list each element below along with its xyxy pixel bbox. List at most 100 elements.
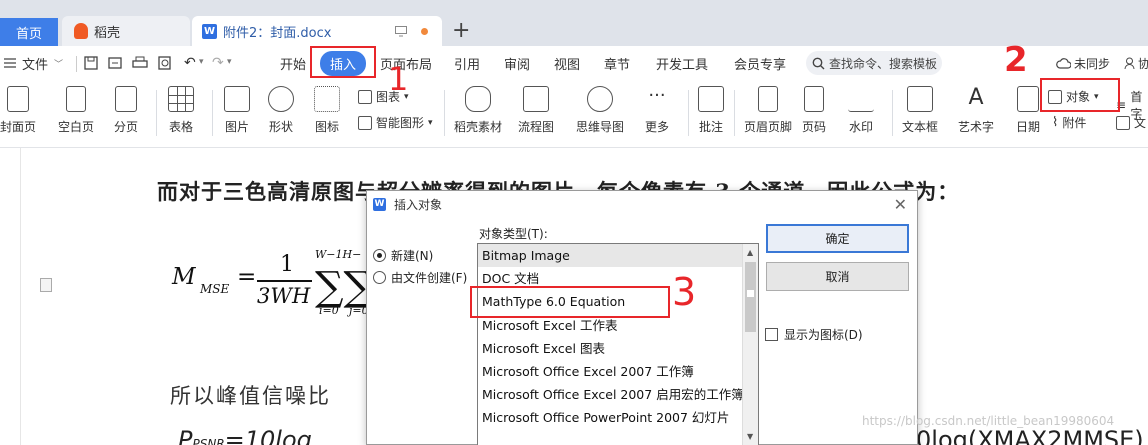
comment-button[interactable]: 批注 [698, 86, 724, 135]
page-break-button[interactable]: 分页 [114, 86, 138, 135]
print-preview-icon[interactable] [158, 56, 172, 70]
page-number-icon [804, 86, 824, 112]
list-scrollbar[interactable]: ▲ ▼ [742, 244, 758, 445]
writer-logo-icon: W [202, 23, 217, 39]
formula-numerator: 1 [280, 252, 294, 277]
menu-item-review[interactable]: 审阅 [504, 46, 530, 80]
more-button[interactable]: ··· 更多 [644, 86, 670, 135]
radio-create-from-file-dot [373, 271, 386, 284]
save-icon[interactable] [84, 56, 98, 70]
daoke-material-button[interactable]: 稻壳素材 [454, 86, 502, 135]
page-break-label: 分页 [114, 120, 139, 134]
watermark-icon [848, 86, 874, 112]
print-icon[interactable] [132, 56, 148, 70]
dialog-titlebar[interactable]: W 插入对象 [367, 191, 917, 217]
menu-item-member-label: 会员专享 [734, 57, 787, 73]
radio-create-new-label: 新建(N) [391, 249, 434, 263]
list-item[interactable]: Bitmap Image [478, 244, 758, 268]
list-item[interactable]: Microsoft Office Excel 2007 工作簿 [478, 360, 758, 383]
header-footer-button[interactable]: 页眉页脚 [744, 86, 792, 135]
cooperate-button[interactable]: 协 [1124, 46, 1148, 80]
page-number-button[interactable]: 页码 [802, 86, 826, 135]
menu-item-view[interactable]: 视图 [554, 46, 580, 80]
psnr-formula: PPSNR=10log [178, 426, 312, 445]
more-dropdown-icon[interactable]: ▾ [227, 57, 232, 67]
scroll-up-icon[interactable]: ▲ [747, 248, 753, 257]
insert-ribbon: 封面页 空白页 分页 表格 图片 形状 图标 图表 ▾ 智能图形 ▾ 稻壳素材 流程… [0, 80, 1148, 148]
display-as-icon-label: 显示为图标(D) [784, 328, 863, 342]
textbox-button[interactable]: 文本框 [902, 86, 938, 135]
list-item[interactable]: Microsoft Office PowerPoint 2007 幻灯片 [478, 406, 758, 429]
menu-item-start-label: 开始 [280, 57, 307, 73]
picture-button[interactable]: 图片 [224, 86, 250, 135]
menu-item-devtools[interactable]: 开发工具 [656, 46, 708, 80]
undo-icon[interactable]: ↶ [184, 55, 196, 71]
shape-button[interactable]: 形状 [268, 86, 294, 135]
menu-item-member[interactable]: 会员专享 [734, 46, 786, 80]
tab-document[interactable]: W 附件2：封面.docx [192, 16, 442, 46]
page-break-icon [115, 86, 137, 112]
paragraph-handle-icon[interactable] [40, 278, 52, 292]
export-icon[interactable] [108, 56, 122, 70]
file-menu[interactable]: 文件 ﹀ [4, 46, 63, 80]
unsaved-dot-icon [421, 27, 428, 35]
radio-create-from-file[interactable]: 由文件创建(F) [373, 269, 467, 286]
comment-icon [698, 86, 724, 112]
undo-dropdown-icon[interactable]: ▾ [199, 57, 204, 67]
menu-item-chapter[interactable]: 章节 [604, 46, 630, 80]
ok-button[interactable]: 确定 [766, 224, 909, 253]
object-type-list[interactable]: Bitmap Image DOC 文档 MathType 6.0 Equatio… [477, 243, 759, 445]
daoke-logo-icon [74, 23, 88, 39]
new-tab-button[interactable]: + [452, 18, 470, 43]
menu-item-start[interactable]: 开始 [280, 46, 306, 80]
cancel-button[interactable]: 取消 [766, 262, 909, 291]
sync-status[interactable]: 未同步 [1056, 46, 1110, 80]
text-button[interactable]: 文 [1116, 114, 1146, 131]
command-search[interactable]: 查找命令、搜索模板 [806, 51, 942, 75]
chevron-down-icon: ﹀ [54, 59, 64, 70]
sum-upper-limit: W−1H− [315, 248, 362, 261]
close-icon[interactable]: ✕ [894, 195, 907, 214]
annotation-number-3: 3 [672, 270, 697, 314]
table-button[interactable]: 表格 [168, 86, 194, 135]
display-as-icon-checkbox[interactable]: 显示为图标(D) [765, 326, 863, 343]
ribbon-divider [212, 90, 213, 136]
header-footer-label: 页眉页脚 [744, 120, 793, 134]
list-item[interactable]: Microsoft Office Excel 2007 启用宏的工作簿 [478, 383, 758, 406]
psnr-expression: =10log [224, 426, 312, 445]
mindmap-button[interactable]: 思维导图 [576, 86, 624, 135]
search-icon [812, 57, 825, 69]
formula-denominator: 3WH [257, 284, 311, 308]
cancel-button-label: 取消 [825, 270, 850, 284]
date-button[interactable]: 日期 [1016, 86, 1040, 135]
radio-create-new[interactable]: 新建(N) [373, 247, 433, 264]
wordart-button[interactable]: A 艺术字 [958, 86, 994, 135]
scroll-thumb[interactable] [745, 262, 756, 332]
user-icon [1124, 57, 1135, 69]
watermark-button[interactable]: 水印 [848, 86, 874, 135]
menu-bar: 文件 ﹀ ↶ ▾ ↷ ▾ 开始 插入 页面布局 引用 审阅 视图 章节 开发工具… [0, 46, 1148, 80]
shape-icon [268, 86, 294, 112]
tab-daoke[interactable]: 稻壳 [62, 16, 190, 46]
icon-library-icon [314, 86, 340, 112]
menu-item-view-label: 视图 [554, 57, 581, 73]
annotation-box-insert [310, 46, 376, 78]
list-item[interactable]: Microsoft Excel 图表 [478, 337, 758, 360]
psnr-symbol: P [178, 426, 193, 445]
fraction-bar [257, 280, 312, 282]
document-icon [1116, 115, 1130, 130]
wordart-label: 艺术字 [958, 120, 995, 134]
attachment-button[interactable]: ⌇ 附件 [1052, 114, 1086, 131]
icon-library-button[interactable]: 图标 [314, 86, 340, 135]
annotation-box-mathtype [470, 286, 670, 318]
tab-home[interactable]: 首页 [0, 18, 58, 46]
cover-page-button[interactable]: 封面页 [0, 86, 36, 135]
redo-icon[interactable]: ↷ [212, 55, 224, 71]
scroll-down-icon[interactable]: ▼ [747, 432, 753, 441]
psnr-formula-right: 0log(XMAX2MMSE) [916, 426, 1144, 445]
monitor-icon[interactable] [395, 25, 407, 37]
flowchart-button[interactable]: 流程图 [518, 86, 554, 135]
smart-graphic-button[interactable]: 智能图形 ▾ [358, 114, 433, 131]
blank-page-button[interactable]: 空白页 [58, 86, 94, 135]
menu-item-reference[interactable]: 引用 [454, 46, 480, 80]
